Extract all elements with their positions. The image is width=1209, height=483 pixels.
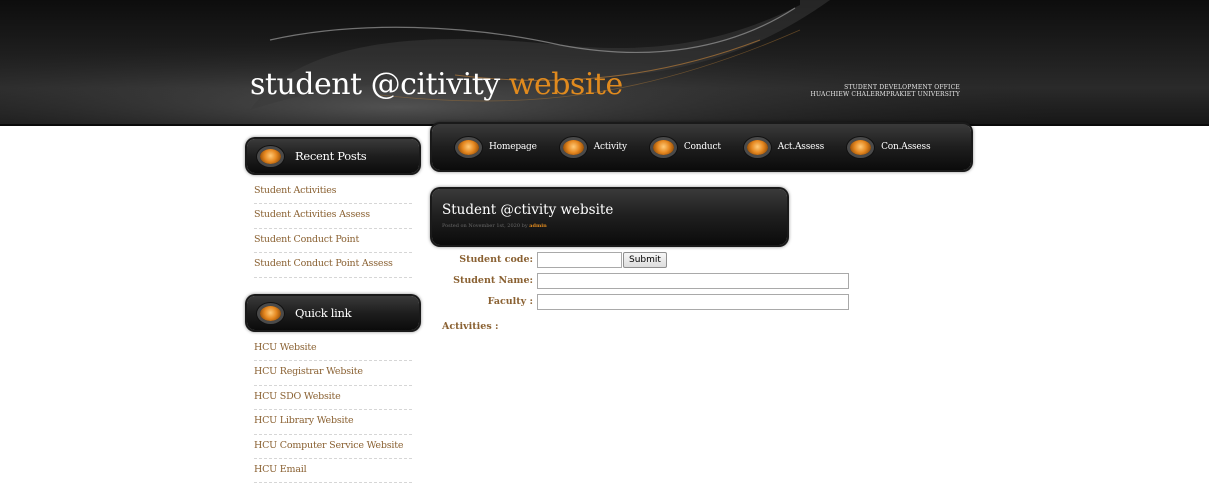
nav-item-label: Homepage — [489, 142, 537, 152]
sidebar-link-hcu-website[interactable]: HCU Website — [254, 337, 412, 362]
post-meta: Posted on November 1st, 2020 by admin — [442, 223, 547, 229]
orb-icon — [746, 139, 768, 155]
recent-posts-heading-label: Recent Posts — [295, 149, 367, 163]
faculty-label: Faculty : — [487, 296, 533, 307]
sidebar-link-hcu-email[interactable]: HCU Email — [254, 459, 412, 483]
faculty-input[interactable] — [537, 294, 849, 310]
site-title-main: student @citivity — [250, 67, 509, 102]
nav-item-con-assess[interactable]: Con.Assess — [850, 139, 931, 155]
quick-link-heading: Quick link — [247, 296, 419, 330]
orb-icon — [850, 139, 872, 155]
orb-icon — [458, 139, 479, 155]
site-title-accent: website — [508, 67, 623, 102]
sidebar-link-hcu-registrar[interactable]: HCU Registrar Website — [254, 361, 412, 386]
sidebar-link-hcu-library[interactable]: HCU Library Website — [254, 410, 412, 435]
nav-item-label: Act.Assess — [777, 142, 825, 152]
student-name-label: Student Name: — [453, 275, 533, 286]
post-author-link[interactable]: admin — [529, 223, 547, 229]
main-nav: Homepage Activity Conduct Act.Assess Con… — [432, 124, 971, 170]
nav-item-conduct[interactable]: Conduct — [652, 139, 721, 155]
sidebar-link-hcu-sdo[interactable]: HCU SDO Website — [254, 386, 412, 411]
activities-label: Activities : — [442, 321, 499, 332]
nav-item-label: Con.Assess — [881, 142, 931, 152]
sidebar-link-student-conduct-point[interactable]: Student Conduct Point — [254, 229, 412, 254]
orb-icon — [652, 139, 674, 155]
nav-item-act-assess[interactable]: Act.Assess — [746, 139, 825, 155]
office-line-2: HUACHIEW CHALERMPRAKIET UNIVERSITY — [810, 91, 960, 98]
sidebar-link-student-conduct-point-assess[interactable]: Student Conduct Point Assess — [254, 253, 412, 278]
submit-button[interactable]: Submit — [623, 252, 667, 268]
nav-item-homepage[interactable]: Homepage — [458, 139, 537, 155]
nav-item-label: Conduct — [683, 142, 721, 152]
orb-icon — [260, 148, 281, 164]
site-header: student @citivity website STUDENT DEVELO… — [0, 0, 1209, 126]
nav-item-activity[interactable]: Activity — [562, 139, 627, 155]
office-name: STUDENT DEVELOPMENT OFFICE HUACHIEW CHAL… — [811, 84, 960, 98]
sidebar-link-hcu-computer-service[interactable]: HCU Computer Service Website — [254, 435, 412, 459]
quick-link-list: HCU Website HCU Registrar Website HCU SD… — [254, 337, 412, 483]
header-swoosh-graphic — [0, 0, 1209, 126]
nav-item-label: Activity — [593, 142, 627, 152]
orb-icon — [562, 139, 584, 155]
post-header: Student @ctivity website Posted on Novem… — [432, 189, 787, 245]
student-name-input[interactable] — [537, 273, 849, 289]
student-code-label: Student code: — [459, 254, 533, 265]
post-title[interactable]: Student @ctivity website — [442, 202, 613, 218]
site-title[interactable]: student @citivity website — [250, 67, 623, 102]
orb-icon — [260, 305, 281, 321]
student-code-input[interactable] — [537, 252, 622, 268]
post-meta-prefix: Posted on November 1st, 2020 by — [442, 223, 530, 229]
quick-link-heading-label: Quick link — [295, 306, 352, 320]
recent-posts-list: Student Activities Student Activities As… — [254, 180, 412, 278]
sidebar-link-student-activities-assess[interactable]: Student Activities Assess — [254, 204, 412, 229]
sidebar-link-student-activities[interactable]: Student Activities — [254, 180, 412, 205]
office-line-1: STUDENT DEVELOPMENT OFFICE — [844, 84, 960, 91]
recent-posts-heading: Recent Posts — [247, 139, 419, 173]
